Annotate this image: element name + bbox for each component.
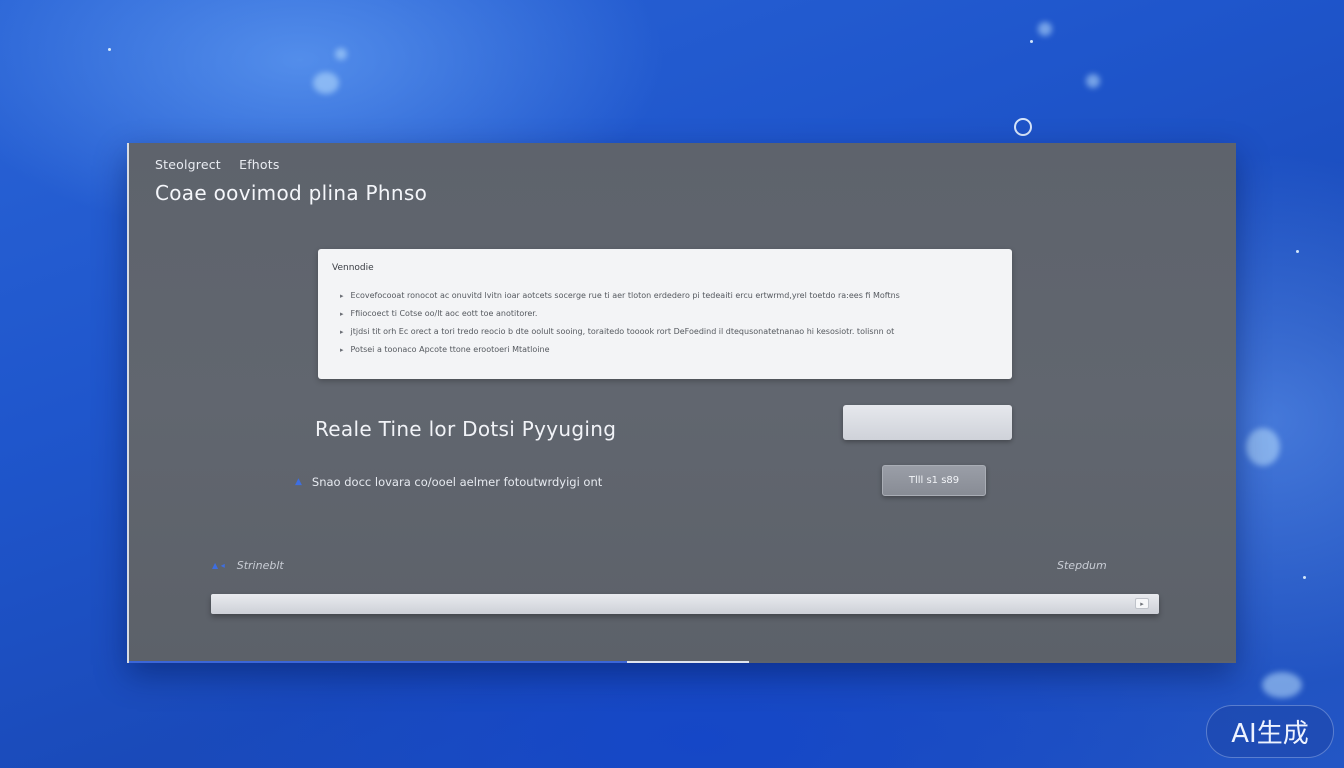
bokeh-light	[313, 72, 339, 94]
list-item: jtjdsi tit orh Ec orect a tori tredo reo…	[340, 323, 998, 341]
triangle-icon: ▲	[295, 477, 302, 487]
triangle-icon: ▲ ◂	[212, 561, 225, 570]
bokeh-light	[1086, 74, 1100, 88]
sparkle	[1296, 250, 1299, 253]
list-item: Ffiiocoect ti Cotse oo/lt aoc eott toe a…	[340, 305, 998, 323]
bokeh-light	[1038, 22, 1052, 36]
main-window: Steolgrect Efhots Coae oovimod plina Phn…	[127, 143, 1236, 663]
breadcrumb-item[interactable]: Efhots	[239, 157, 279, 172]
status-text: Snao docc lovara co/ooel aelmer fotoutwr…	[311, 475, 603, 489]
card-list: Ecovefocooat ronocot ac onuvitd lvitn io…	[332, 287, 998, 359]
footer-left: ▲ ◂ Strineblt	[212, 559, 284, 572]
bokeh-light	[1246, 428, 1280, 466]
footer-right-label: Stepdum	[1057, 559, 1107, 572]
text-input[interactable]	[843, 405, 1012, 440]
watermark-badge: AI生成	[1206, 705, 1334, 758]
info-card: Vennodie Ecovefocooat ronocot ac onuvitd…	[318, 249, 1012, 379]
page-title: Coae oovimod plina Phnso	[155, 181, 428, 205]
list-item: Potsei a toonaco Apcote ttone erootoeri …	[340, 341, 998, 359]
send-icon[interactable]: ▸	[1135, 598, 1149, 609]
action-button[interactable]: Tlll s1 s89	[882, 465, 986, 496]
message-input[interactable]: ▸	[211, 594, 1159, 614]
list-item: Ecovefocooat ronocot ac onuvitd lvitn io…	[340, 287, 998, 305]
section-heading: Reale Tine lor Dotsi Pyyuging	[315, 417, 617, 441]
sparkle	[1030, 40, 1033, 43]
card-heading: Vennodie	[332, 263, 374, 273]
ring-icon	[1014, 118, 1032, 136]
bokeh-light	[1262, 672, 1302, 698]
status-line: ▲ Snao docc lovara co/ooel aelmer fotout…	[295, 475, 602, 489]
breadcrumb-item[interactable]: Steolgrect	[155, 157, 221, 172]
bokeh-light	[335, 48, 347, 60]
sparkle	[108, 48, 111, 51]
footer-left-label: Strineblt	[236, 559, 284, 572]
sparkle	[1303, 576, 1306, 579]
progress-accent	[129, 661, 1236, 663]
breadcrumb: Steolgrect Efhots	[155, 157, 280, 172]
